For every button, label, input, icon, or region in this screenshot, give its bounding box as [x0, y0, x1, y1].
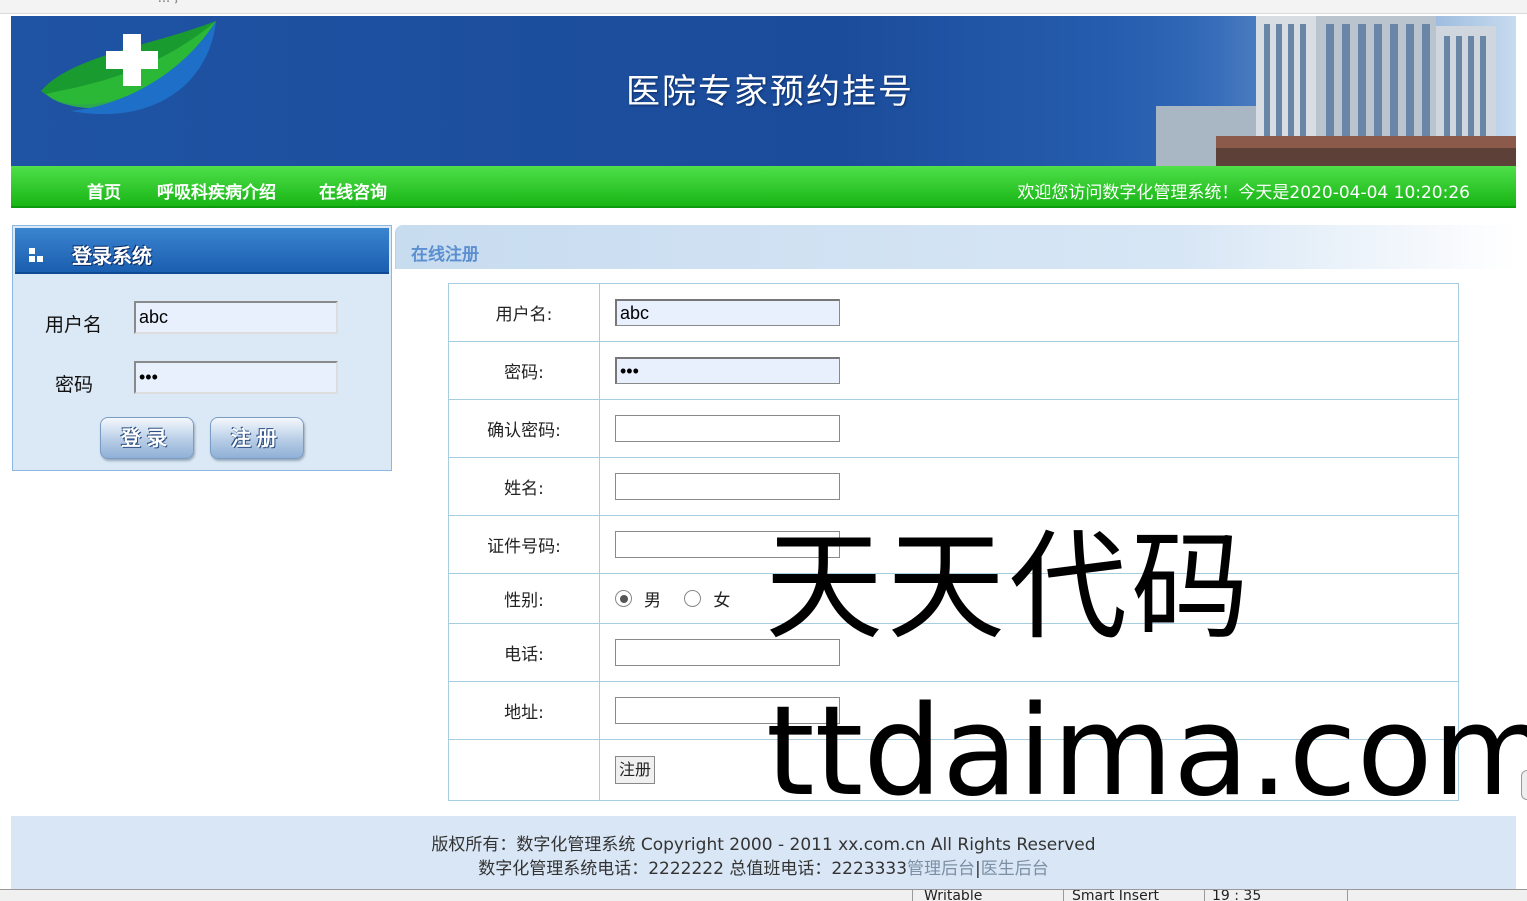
page-title: 医院专家预约挂号 [626, 72, 914, 112]
watermark-chinese: 天天代码 [765, 518, 1254, 656]
gender-male-label: 男 [644, 591, 661, 611]
watermark-url: ttdaima.com [766, 680, 1527, 824]
admin-backend-link[interactable]: 管理后台 [907, 859, 975, 879]
reg-username-input[interactable] [615, 299, 840, 326]
reg-confirm-password-input[interactable] [615, 415, 840, 442]
form-row-name: 姓名: [448, 457, 1459, 516]
gender-female-radio[interactable] [684, 590, 702, 607]
field-label: 电话: [448, 623, 600, 682]
login-username-input[interactable] [134, 301, 338, 334]
doctor-backend-link[interactable]: 医生后台 [981, 859, 1049, 879]
register-button[interactable]: 注册 [210, 417, 304, 459]
welcome-datetime-text: 欢迎您访问数字化管理系统！今天是2020-04-04 10:20:26 [1017, 183, 1470, 203]
login-button[interactable]: 登录 [100, 417, 194, 459]
form-row-confirm-password: 确认密码: [448, 399, 1459, 458]
register-section-title: 在线注册 [411, 245, 479, 265]
footer-contact-line: 数字化管理系统电话：2222222 总值班电话：2223333管理后台|医生后台 [11, 854, 1516, 879]
form-row-username: 用户名: [448, 283, 1459, 342]
hospital-building-image [1096, 16, 1516, 166]
nav-home-link[interactable]: 首页 [87, 178, 121, 203]
status-insert-mode: Smart Insert [1072, 889, 1159, 901]
login-panel-title: 登录系统 [72, 244, 152, 268]
password-label: 密码 [55, 374, 94, 396]
scrollbar-handle[interactable] [1521, 770, 1527, 800]
top-nav-bar: 首页 呼吸科疾病介绍 在线咨询 欢迎您访问数字化管理系统！今天是2020-04-… [11, 166, 1516, 208]
gender-male-radio[interactable] [615, 590, 632, 607]
field-label: 证件号码: [448, 515, 600, 574]
status-writable: Writable [924, 889, 983, 901]
status-cursor-position: 19 : 35 [1212, 889, 1262, 901]
register-section-header: 在线注册 [395, 225, 1516, 269]
hospital-cross-logo [41, 21, 216, 115]
reg-name-input[interactable] [615, 473, 840, 500]
field-label: 确认密码: [448, 399, 600, 458]
field-label: 用户名: [448, 283, 600, 342]
page-footer: 版权所有：数字化管理系统 Copyright 2000 - 2011 xx.co… [11, 816, 1516, 890]
reg-submit-button[interactable]: 注册 [615, 756, 656, 784]
username-label: 用户名 [45, 314, 103, 336]
login-panel-header: 登录系统 [15, 228, 389, 274]
grid-squares-icon [29, 248, 43, 262]
editor-status-bar: Writable Smart Insert 19 : 35 [0, 889, 1527, 901]
field-label: 姓名: [448, 457, 600, 516]
nav-respiratory-diseases-link[interactable]: 呼吸科疾病介绍 [157, 178, 276, 203]
header-banner: 医院专家预约挂号 [11, 16, 1516, 166]
login-panel: 登录系统 用户名 密码 登录 注册 [12, 225, 392, 471]
field-label: 性别: [448, 573, 600, 624]
browser-top-strip: ' ... , [0, 0, 1527, 14]
contact-phone-text: 数字化管理系统电话：2222222 总值班电话：2223333 [478, 859, 908, 879]
copyright-text: 版权所有：数字化管理系统 Copyright 2000 - 2011 xx.co… [431, 835, 1096, 855]
form-row-password: 密码: [448, 341, 1459, 400]
tab-fragment: ' ... , [150, 0, 178, 6]
field-label: 密码: [448, 341, 600, 400]
gender-female-label: 女 [713, 591, 731, 611]
nav-online-consult-link[interactable]: 在线咨询 [319, 178, 387, 203]
login-password-input[interactable] [134, 361, 338, 394]
field-label: 地址: [448, 681, 600, 740]
reg-password-input[interactable] [615, 357, 840, 384]
